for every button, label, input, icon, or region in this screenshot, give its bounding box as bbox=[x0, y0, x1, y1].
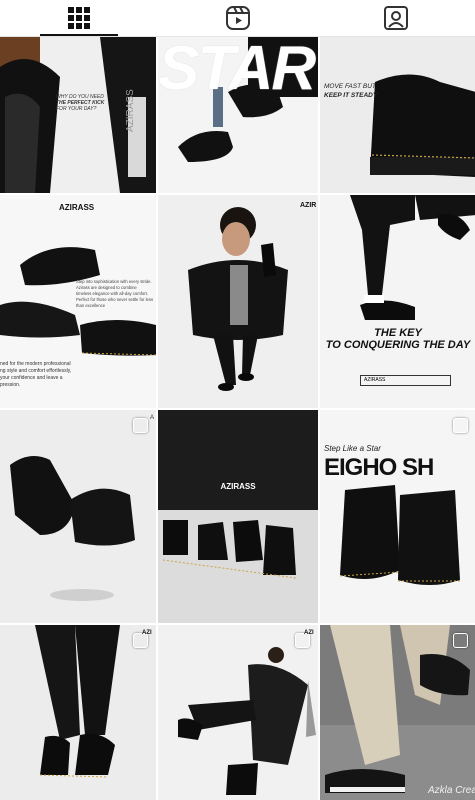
post-8[interactable]: AZIRASS bbox=[158, 410, 318, 623]
post-12-signature: Azkla Cream bbox=[428, 785, 475, 796]
post-9-headline: EIGHO SH bbox=[324, 454, 434, 481]
post-11-image bbox=[158, 625, 318, 800]
post-9[interactable]: Step Like a Star EIGHO SH bbox=[320, 410, 475, 623]
post-3[interactable]: MOVE FAST BUT KEEP IT STEADY bbox=[320, 37, 475, 193]
post-text-line: MOVE FAST BUT bbox=[324, 83, 376, 90]
post-6-brand-box: AZIRASS bbox=[360, 375, 451, 386]
post-12[interactable]: Azkla Cream bbox=[320, 625, 475, 800]
post-1-text: WHY DO YOU NEED THE PERFECT KICK FOR YOU… bbox=[56, 94, 104, 112]
post-7-image bbox=[0, 410, 156, 623]
post-7[interactable]: A bbox=[0, 410, 156, 623]
post-2-headline: STAR bbox=[158, 37, 316, 103]
post-8-image bbox=[158, 410, 318, 623]
post-10-brand: AZI bbox=[142, 630, 152, 636]
post-12-image bbox=[320, 625, 475, 800]
tab-posts-grid[interactable] bbox=[0, 0, 158, 36]
post-6-brand: AZIRASS bbox=[364, 377, 386, 383]
multi-post-icon bbox=[453, 633, 468, 648]
post-10-image bbox=[0, 625, 156, 800]
active-tab-indicator bbox=[40, 34, 118, 36]
post-text-line: pression. bbox=[0, 382, 21, 388]
profile-tab-bar bbox=[0, 0, 475, 37]
post-text-line: ng style and comfort effortlessly, bbox=[0, 368, 72, 374]
post-7-brand: A bbox=[150, 415, 155, 421]
post-text-line: than excellence bbox=[76, 303, 106, 308]
grid-icon bbox=[68, 7, 90, 29]
post-4-body: Step into sophistication with every stri… bbox=[76, 279, 153, 309]
post-text-line: FOR YOUR DAY? bbox=[56, 106, 97, 112]
post-4-footer: ned for the modern professional ng style… bbox=[0, 361, 71, 389]
post-text-line: TO CONQUERING THE DAY bbox=[325, 339, 471, 351]
post-3-image bbox=[320, 37, 475, 193]
post-4[interactable]: AZIRASS Step into sophistication with ev… bbox=[0, 195, 156, 408]
post-5-image bbox=[158, 195, 318, 408]
tab-reels[interactable] bbox=[158, 0, 317, 36]
reels-icon bbox=[225, 6, 250, 30]
post-11[interactable]: AZI bbox=[158, 625, 318, 800]
post-5-brand: AZIR bbox=[300, 202, 317, 209]
post-6[interactable]: THE KEY TO CONQUERING THE DAY AZIRASS bbox=[320, 195, 475, 408]
post-4-brand: AZIRASS bbox=[59, 203, 95, 212]
post-11-brand: AZI bbox=[304, 630, 314, 636]
multi-post-icon bbox=[453, 418, 468, 433]
post-3-text: MOVE FAST BUT KEEP IT STEADY bbox=[324, 82, 377, 100]
post-1-brand: AZIRASS bbox=[125, 89, 136, 132]
post-1[interactable]: WHY DO YOU NEED THE PERFECT KICK FOR YOU… bbox=[0, 37, 156, 193]
post-6-headline: THE KEY TO CONQUERING THE DAY bbox=[320, 327, 475, 351]
post-9-tagline: Step Like a Star bbox=[324, 444, 381, 453]
post-5[interactable]: AZIR bbox=[158, 195, 318, 408]
tagged-icon bbox=[384, 6, 408, 30]
tab-tagged[interactable] bbox=[317, 0, 475, 36]
post-text-line: your confidence and leave a bbox=[0, 375, 63, 381]
multi-post-icon bbox=[133, 418, 148, 433]
post-2[interactable]: STAR bbox=[158, 37, 318, 193]
post-text-line: KEEP IT STEADY bbox=[324, 92, 378, 99]
post-8-brand: AZIRASS bbox=[220, 482, 256, 491]
post-text-line: THE KEY bbox=[374, 327, 422, 339]
post-text-line: ned for the modern professional bbox=[0, 361, 71, 367]
post-10[interactable]: AZI bbox=[0, 625, 156, 800]
post-9-image bbox=[320, 410, 475, 623]
posts-grid: WHY DO YOU NEED THE PERFECT KICK FOR YOU… bbox=[0, 37, 475, 800]
